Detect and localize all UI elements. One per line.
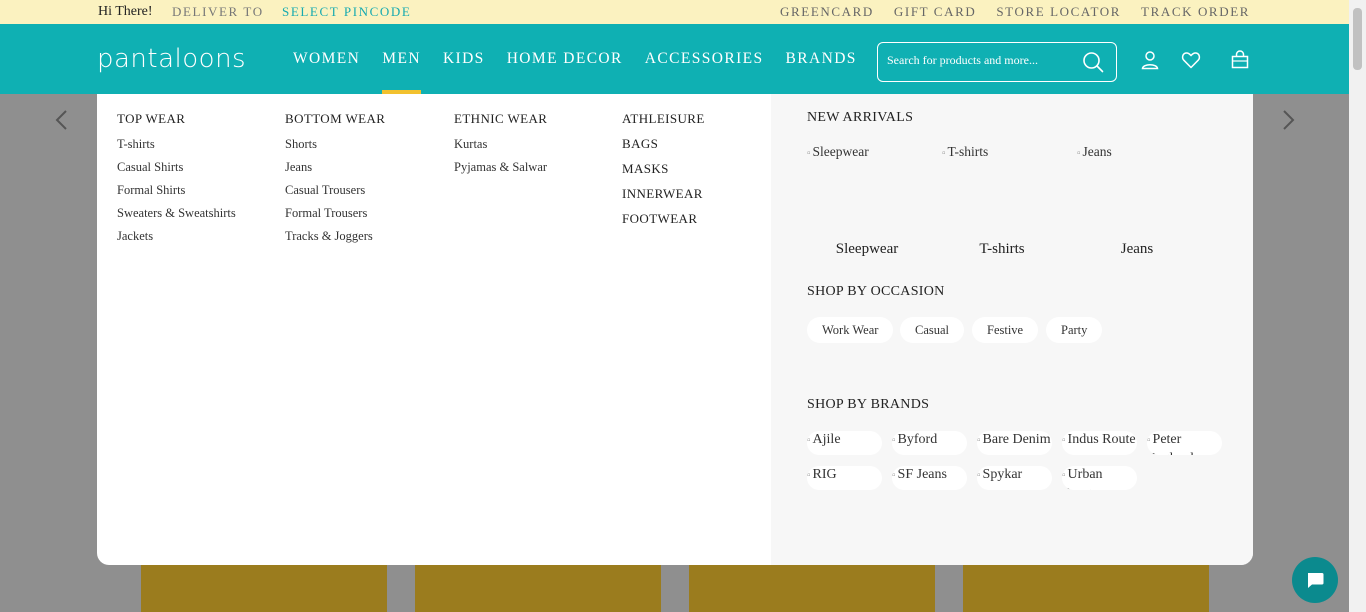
top-wear-item[interactable]: Casual Shirts xyxy=(117,160,236,183)
new-arrival-caption[interactable]: Sleepwear xyxy=(807,241,927,258)
occasion-chip[interactable]: Work Wear xyxy=(807,317,894,343)
new-arrival-card[interactable]: ▫ Sleepwear Sleepwear xyxy=(807,144,927,258)
broken-image[interactable]: ▫ Jeans xyxy=(1077,144,1197,234)
category-bags[interactable]: BAGS xyxy=(622,136,705,161)
other-categories-column: ATHLEISURE BAGS MASKS INNERWEAR FOOTWEAR xyxy=(622,111,705,236)
new-arrivals-title: NEW ARRIVALS xyxy=(807,110,914,125)
product-tile[interactable] xyxy=(689,565,935,612)
top-wear-item[interactable]: T-shirts xyxy=(117,137,236,160)
scrollbar-thumb[interactable] xyxy=(1353,8,1362,70)
category-footwear[interactable]: FOOTWEAR xyxy=(622,211,705,236)
bottom-wear-heading[interactable]: BOTTOM WEAR xyxy=(285,111,385,127)
brand-logo[interactable]: ▫ SF Jeans xyxy=(892,466,967,490)
brand-logo[interactable]: ▫Peter England xyxy=(1147,431,1222,455)
carousel-prev-icon[interactable] xyxy=(50,108,74,132)
shop-by-occasion-title: SHOP BY OCCASION xyxy=(807,284,945,299)
account-icon[interactable] xyxy=(1140,50,1160,70)
category-masks[interactable]: MASKS xyxy=(622,161,705,186)
category-menu: WOMEN MEN KIDS HOME DECOR ACCESSORIES BR… xyxy=(293,50,857,94)
menu-kids[interactable]: KIDS xyxy=(443,50,485,94)
page-scrollbar[interactable] xyxy=(1349,0,1366,612)
product-tile[interactable] xyxy=(415,565,661,612)
menu-women[interactable]: WOMEN xyxy=(293,50,360,94)
gift-card-link[interactable]: GIFT CARD xyxy=(894,4,976,20)
new-arrival-caption[interactable]: T-shirts xyxy=(942,241,1062,258)
broken-image[interactable]: ▫ T-shirts xyxy=(942,144,1062,234)
site-logo[interactable]: pantaloons xyxy=(97,44,246,74)
menu-brands[interactable]: BRANDS xyxy=(786,50,857,94)
brand-logo[interactable]: ▫ Byford xyxy=(892,431,967,455)
ethnic-wear-item[interactable]: Pyjamas & Salwar xyxy=(454,160,547,183)
brand-logo[interactable]: ▫ Spykar xyxy=(977,466,1052,490)
chat-button[interactable] xyxy=(1292,557,1338,603)
new-arrival-caption[interactable]: Jeans xyxy=(1077,241,1197,258)
image-alt-text: ▫ xyxy=(807,148,811,159)
broken-image[interactable]: ▫ Sleepwear xyxy=(807,144,927,234)
wishlist-icon[interactable] xyxy=(1181,50,1201,70)
top-links: GREENCARD GIFT CARD STORE LOCATOR TRACK … xyxy=(780,4,1250,20)
menu-accessories[interactable]: ACCESSORIES xyxy=(645,50,764,94)
cart-icon[interactable] xyxy=(1230,50,1250,70)
bottom-wear-item[interactable]: Tracks & Joggers xyxy=(285,229,385,252)
occasion-chip[interactable]: Party xyxy=(1046,317,1103,343)
occasion-chip[interactable]: Festive xyxy=(972,317,1039,343)
top-bar: Hi There! DELIVER TO SELECT PINCODE GREE… xyxy=(0,0,1349,24)
ethnic-wear-item[interactable]: Kurtas xyxy=(454,137,547,160)
chat-bubble-icon xyxy=(1308,573,1324,588)
image-alt-text: ▫ xyxy=(1077,148,1081,159)
new-arrival-card[interactable]: ▫ Jeans Jeans xyxy=(1077,144,1197,258)
menu-home-decor[interactable]: HOME DECOR xyxy=(507,50,623,94)
brand-logo[interactable]: ▫ RIG xyxy=(807,466,882,490)
category-athleisure[interactable]: ATHLEISURE xyxy=(622,111,705,136)
select-pincode-link[interactable]: SELECT PINCODE xyxy=(282,4,411,20)
shop-by-brands-title: SHOP BY BRANDS xyxy=(807,397,930,412)
occasion-chip[interactable]: Casual xyxy=(900,317,965,343)
brand-logo[interactable]: ▫ Bare Denim xyxy=(977,431,1052,455)
category-innerwear[interactable]: INNERWEAR xyxy=(622,186,705,211)
ethnic-wear-column: ETHNIC WEAR Kurtas Pyjamas & Salwar xyxy=(454,111,547,183)
top-wear-heading[interactable]: TOP WEAR xyxy=(117,111,236,127)
image-alt-text: ▫ xyxy=(942,148,946,159)
brand-logo[interactable]: ▫ Indus Route xyxy=(1062,431,1137,455)
ethnic-wear-heading[interactable]: ETHNIC WEAR xyxy=(454,111,547,127)
bottom-wear-item[interactable]: Shorts xyxy=(285,137,385,160)
search-input[interactable] xyxy=(887,53,1077,68)
product-tile[interactable] xyxy=(963,565,1209,612)
brand-logo[interactable]: ▫Urban Ranger xyxy=(1062,466,1137,490)
greeting-text: Hi There! xyxy=(98,4,153,19)
menu-men[interactable]: MEN xyxy=(382,50,421,94)
top-wear-column: TOP WEAR T-shirts Casual Shirts Formal S… xyxy=(117,111,236,252)
main-nav: pantaloons WOMEN MEN KIDS HOME DECOR ACC… xyxy=(0,24,1349,94)
bottom-wear-column: BOTTOM WEAR Shorts Jeans Casual Trousers… xyxy=(285,111,385,252)
top-wear-item[interactable]: Jackets xyxy=(117,229,236,252)
top-wear-item[interactable]: Formal Shirts xyxy=(117,183,236,206)
store-locator-link[interactable]: STORE LOCATOR xyxy=(996,4,1121,20)
bottom-wear-item[interactable]: Formal Trousers xyxy=(285,206,385,229)
track-order-link[interactable]: TRACK ORDER xyxy=(1141,4,1250,20)
bottom-wear-item[interactable]: Jeans xyxy=(285,160,385,183)
brand-logo[interactable]: ▫ Ajile xyxy=(807,431,882,455)
search-box xyxy=(877,42,1117,82)
search-icon[interactable] xyxy=(1082,51,1104,78)
product-tile[interactable] xyxy=(141,565,387,612)
top-wear-item[interactable]: Sweaters & Sweatshirts xyxy=(117,206,236,229)
carousel-next-icon[interactable] xyxy=(1276,108,1300,132)
new-arrival-card[interactable]: ▫ T-shirts T-shirts xyxy=(942,144,1062,258)
bottom-wear-item[interactable]: Casual Trousers xyxy=(285,183,385,206)
deliver-to-label: DELIVER TO xyxy=(172,4,264,19)
greencard-link[interactable]: GREENCARD xyxy=(780,4,874,20)
